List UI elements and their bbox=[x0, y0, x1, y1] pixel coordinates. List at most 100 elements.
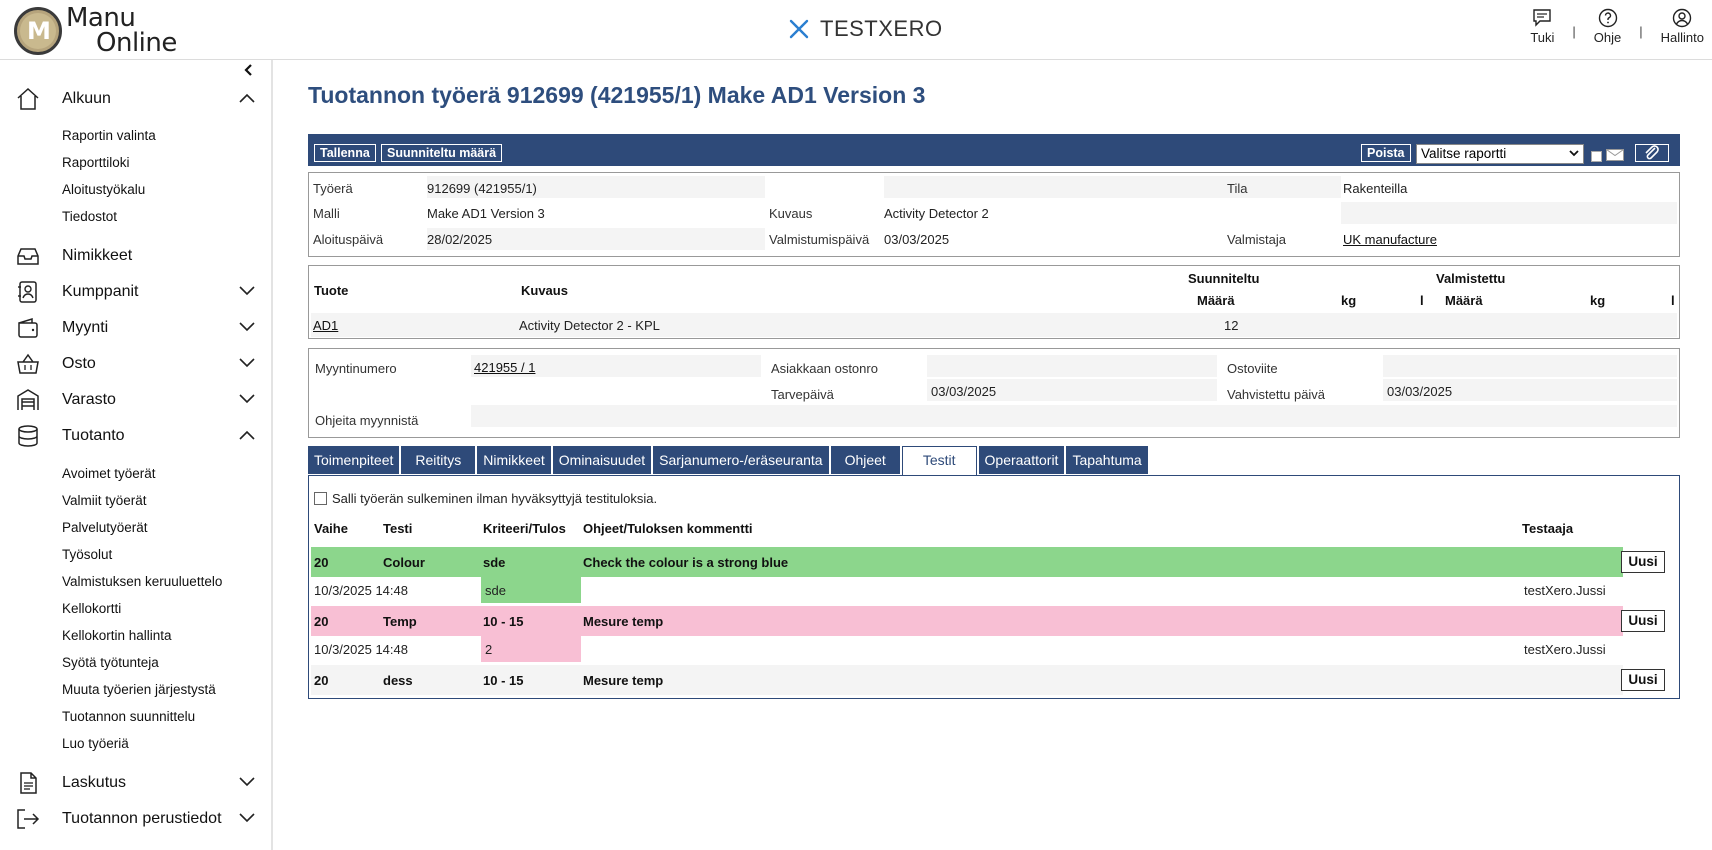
chevron-down-icon bbox=[239, 322, 255, 332]
sidebar-section-tuotanto[interactable]: Tuotanto bbox=[14, 423, 264, 449]
sidebar-item-palvelutyoerat[interactable]: Palvelutyöerät bbox=[62, 520, 148, 535]
valmistaja-link[interactable]: UK manufacture bbox=[1343, 232, 1437, 247]
tests-panel: Salli työerän sulkeminen ilman hyväksytt… bbox=[308, 475, 1680, 699]
test-name: Temp bbox=[383, 614, 417, 629]
aloituspaiva-value: 28/02/2025 bbox=[427, 232, 493, 247]
sidebar-item-luo-tyoeria[interactable]: Luo työeriä bbox=[62, 736, 129, 751]
chevron-down-icon bbox=[239, 286, 255, 296]
sidebar-item-aloitustyokalu[interactable]: Aloitustyökalu bbox=[62, 182, 145, 197]
col-suunniteltu: Suunniteltu bbox=[1188, 271, 1260, 286]
save-button[interactable]: Tallenna bbox=[314, 144, 376, 162]
table-row bbox=[311, 313, 1677, 337]
sidebar-section-myynti[interactable]: Myynti bbox=[14, 315, 264, 341]
sidebar-section-label: Osto bbox=[62, 355, 96, 372]
sidebar-section-laskutus[interactable]: Laskutus bbox=[14, 770, 264, 796]
test-row-colour: 20 Colour sde Check the colour is a stro… bbox=[311, 547, 1623, 577]
product-description: Activity Detector 2 - KPL bbox=[519, 318, 660, 333]
product-link-ad1[interactable]: AD1 bbox=[313, 318, 338, 333]
new-result-button[interactable]: Uusi bbox=[1621, 669, 1665, 691]
help-label: Ohje bbox=[1593, 30, 1622, 45]
chevron-down-icon bbox=[239, 813, 255, 823]
col-planned-maara: Määrä bbox=[1197, 293, 1235, 308]
tab-ominaisuudet[interactable]: Ominaisuudet bbox=[552, 446, 652, 474]
sidebar-item-raporttiloki[interactable]: Raporttiloki bbox=[62, 155, 130, 170]
sidebar-item-raportin-valinta[interactable]: Raportin valinta bbox=[62, 128, 156, 143]
vahvistettu-label: Vahvistettu päivä bbox=[1227, 387, 1326, 402]
tyoera-label: Työerä bbox=[313, 181, 353, 196]
test-criteria: 10 - 15 bbox=[483, 673, 524, 688]
tab-nimikkeet[interactable]: Nimikkeet bbox=[477, 446, 551, 474]
sidebar-item-kellokortti[interactable]: Kellokortti bbox=[62, 601, 121, 616]
vahvistettu-value: 03/03/2025 bbox=[1387, 384, 1453, 399]
support-button[interactable]: Tuki bbox=[1530, 8, 1554, 45]
sidebar-section-osto[interactable]: Osto bbox=[14, 351, 264, 377]
valmistumispaiva-value: 03/03/2025 bbox=[884, 232, 950, 247]
database-icon bbox=[14, 423, 42, 449]
myyntinumero-link[interactable]: 421955 / 1 bbox=[474, 360, 535, 375]
products-panel: Tuote Kuvaus Suunniteltu Valmistettu Mää… bbox=[308, 265, 1680, 339]
admin-label: Hallinto bbox=[1660, 30, 1704, 45]
sidebar-item-avoimet-tyoerat[interactable]: Avoimet työerät bbox=[62, 466, 156, 481]
sidebar-item-muuta-jarjestysta[interactable]: Muuta työerien järjestystä bbox=[62, 682, 216, 697]
tab-reititys[interactable]: Reititys bbox=[401, 446, 476, 474]
ohjeita-myynnista-label: Ohjeita myynnistä bbox=[315, 413, 419, 428]
tab-operaattorit[interactable]: Operaattorit bbox=[978, 446, 1065, 474]
sidebar-item-syota-tyotunteja[interactable]: Syötä työtunteja bbox=[62, 655, 159, 670]
collapse-sidebar-icon[interactable] bbox=[244, 64, 254, 79]
tab-toimenpiteet[interactable]: Toimenpiteet bbox=[308, 446, 400, 474]
chevron-down-icon bbox=[1569, 150, 1579, 157]
report-select[interactable]: Valitse raportti bbox=[1416, 144, 1584, 164]
sidebar-section-kumppanit[interactable]: Kumppanit bbox=[14, 279, 264, 305]
result-tester: testXero.Jussi bbox=[1524, 583, 1606, 598]
mail-icon[interactable] bbox=[1606, 149, 1624, 161]
delete-button[interactable]: Poista bbox=[1361, 144, 1411, 162]
manuonline-logo[interactable]: M Manu Online bbox=[14, 5, 177, 56]
sidebar-section-nimikkeet[interactable]: Nimikkeet bbox=[14, 243, 264, 269]
email-checkbox[interactable] bbox=[1591, 151, 1602, 162]
allow-close-label: Salli työerän sulkeminen ilman hyväksytt… bbox=[332, 491, 658, 506]
tab-ohjeet[interactable]: Ohjeet bbox=[830, 446, 900, 474]
sidebar-section-alkuun[interactable]: Alkuun bbox=[14, 86, 264, 112]
sales-panel: Myyntinumero 421955 / 1 Asiakkaan ostonr… bbox=[308, 348, 1680, 438]
tab-testit[interactable]: Testit bbox=[901, 446, 977, 476]
help-button[interactable]: Ohje bbox=[1594, 8, 1621, 45]
valmistumispaiva-label: Valmistumispäivä bbox=[769, 232, 870, 247]
chevron-down-icon bbox=[239, 358, 255, 368]
chevron-up-icon bbox=[239, 93, 255, 103]
col-vaihe: Vaihe bbox=[314, 521, 348, 536]
admin-button[interactable]: Hallinto bbox=[1661, 8, 1704, 45]
attachment-button[interactable] bbox=[1635, 144, 1669, 162]
malli-label: Malli bbox=[313, 206, 340, 221]
result-time: 10/3/2025 14:48 bbox=[314, 642, 408, 657]
kuvaus-label: Kuvaus bbox=[769, 206, 813, 221]
sidebar-item-valmiit-tyoerat[interactable]: Valmiit työerät bbox=[62, 493, 147, 508]
col-planned-kg: kg bbox=[1341, 293, 1357, 308]
test-vaihe: 20 bbox=[314, 673, 329, 688]
sidebar-item-tiedostot[interactable]: Tiedostot bbox=[62, 209, 117, 224]
tab-tapahtuma[interactable]: Tapahtuma bbox=[1066, 446, 1148, 474]
inbox-icon bbox=[14, 243, 42, 269]
sidebar-section-varasto[interactable]: Varasto bbox=[14, 387, 264, 413]
sidebar-section-tuotannon-perustiedot[interactable]: Tuotannon perustiedot bbox=[14, 806, 264, 832]
detail-tabs: Toimenpiteet Reititys Nimikkeet Ominaisu… bbox=[308, 446, 1150, 476]
test-instructions: Mesure temp bbox=[583, 673, 664, 688]
sidebar-item-keruuluettelo[interactable]: Valmistuksen keruuluettelo bbox=[62, 574, 222, 589]
top-bar: M Manu Online TESTXERO Tuki | Ohje | Hal… bbox=[0, 0, 1712, 60]
chat-icon bbox=[1533, 9, 1552, 27]
col-valmistettu: Valmistettu bbox=[1436, 271, 1506, 286]
allow-close-checkbox[interactable] bbox=[314, 492, 327, 505]
new-result-button[interactable]: Uusi bbox=[1621, 551, 1665, 573]
ostoviite-label: Ostoviite bbox=[1227, 361, 1278, 376]
help-icon bbox=[1598, 8, 1617, 28]
sidebar-item-tuotannon-suunnittelu[interactable]: Tuotannon suunnittelu bbox=[62, 709, 195, 724]
sidebar: Alkuun Raportin valinta Raporttiloki Alo… bbox=[0, 60, 273, 850]
planned-quantity-button[interactable]: Suunniteltu määrä bbox=[381, 144, 503, 162]
sidebar-item-tyosolut[interactable]: Työsolut bbox=[62, 547, 112, 562]
col-kriteeri: Kriteeri/Tulos bbox=[483, 521, 566, 536]
sidebar-item-kellokortin-hallinta[interactable]: Kellokortin hallinta bbox=[62, 628, 172, 643]
chevron-down-icon bbox=[239, 394, 255, 404]
valmistaja-label: Valmistaja bbox=[1227, 232, 1287, 247]
result-tester: testXero.Jussi bbox=[1524, 642, 1606, 657]
tab-sarjanumero[interactable]: Sarjanumero-/eräseuranta bbox=[653, 446, 829, 474]
new-result-button[interactable]: Uusi bbox=[1621, 610, 1665, 632]
